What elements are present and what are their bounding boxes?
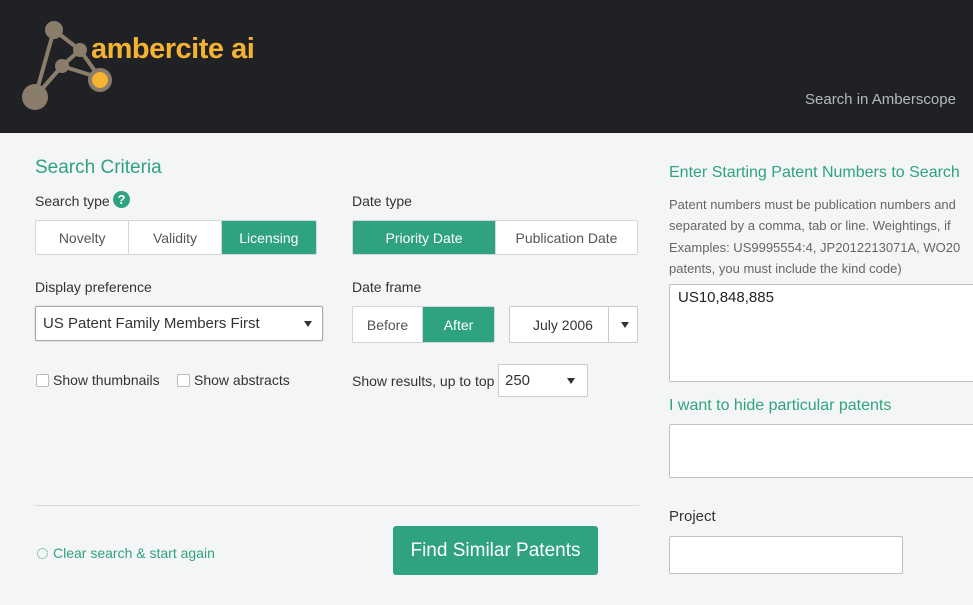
show-thumbnails-label: Show thumbnails — [53, 372, 160, 388]
clear-search-link[interactable]: Clear search & start again — [37, 545, 215, 561]
amberscope-link[interactable]: Search in Amberscope — [805, 91, 956, 108]
search-criteria-title: Search Criteria — [35, 157, 162, 178]
date-type-publication[interactable]: Publication Date — [496, 221, 637, 254]
show-abstracts-checkbox[interactable] — [177, 374, 190, 387]
help-line: Examples: US9995554:4, JP2012213071A, WO… — [669, 239, 961, 255]
search-type-validity[interactable]: Validity — [129, 221, 222, 254]
help-line: patents, you must include the kind code) — [669, 260, 902, 276]
divider — [35, 505, 639, 506]
refresh-icon — [37, 547, 48, 559]
show-results-value: 250 — [505, 372, 531, 389]
chevron-down-icon — [304, 320, 312, 327]
date-frame-before[interactable]: Before — [353, 307, 424, 342]
patent-numbers-value: US10,848,885 — [678, 289, 774, 306]
chevron-down-icon — [621, 321, 629, 328]
help-line: separated by a comma, tab or line. Weigh… — [669, 218, 951, 234]
date-frame-toggle: Before After — [352, 306, 495, 343]
patent-help-text: Patent numbers must be publication numbe… — [669, 194, 973, 279]
project-label: Project — [669, 508, 716, 525]
chevron-down-icon — [567, 377, 575, 384]
clear-search-label: Clear search & start again — [53, 545, 215, 561]
search-type-licensing[interactable]: Licensing — [221, 221, 316, 254]
starting-patents-title: Enter Starting Patent Numbers to Search — [669, 164, 960, 181]
date-value: July 2006 — [533, 316, 593, 333]
date-type-priority[interactable]: Priority Date — [353, 221, 496, 254]
project-input[interactable] — [669, 536, 903, 574]
find-similar-patents-button[interactable]: Find Similar Patents — [393, 526, 598, 575]
search-type-toggle: Novelty Validity Licensing — [35, 220, 317, 255]
show-thumbnails-checkbox[interactable] — [36, 374, 49, 387]
show-abstracts-label: Show abstracts — [194, 372, 290, 388]
help-icon[interactable]: ? — [113, 191, 130, 208]
search-type-novelty[interactable]: Novelty — [36, 221, 130, 254]
show-results-select[interactable]: 250 — [498, 364, 588, 397]
date-frame-after[interactable]: After — [423, 307, 494, 342]
select-divider — [608, 307, 609, 342]
display-preference-value: US Patent Family Members First — [43, 315, 260, 332]
show-results-label: Show results, up to top — [352, 373, 495, 389]
app-header: ambercite ai Search in Amberscope — [0, 0, 973, 133]
hide-patents-title: I want to hide particular patents — [669, 397, 892, 414]
patent-numbers-input[interactable]: US10,848,885 — [669, 284, 973, 382]
date-type-toggle: Priority Date Publication Date — [352, 220, 638, 255]
help-line: Patent numbers must be publication numbe… — [669, 197, 956, 212]
date-type-label: Date type — [352, 193, 412, 209]
brand-name: ambercite ai — [91, 33, 255, 65]
display-preference-select[interactable]: US Patent Family Members First — [35, 306, 323, 341]
display-preference-label: Display preference — [35, 279, 152, 295]
search-type-label: Search type — [35, 193, 110, 209]
date-value-select[interactable]: July 2006 — [509, 306, 638, 343]
date-frame-label: Date frame — [352, 279, 422, 295]
hide-patents-input[interactable] — [669, 424, 973, 478]
